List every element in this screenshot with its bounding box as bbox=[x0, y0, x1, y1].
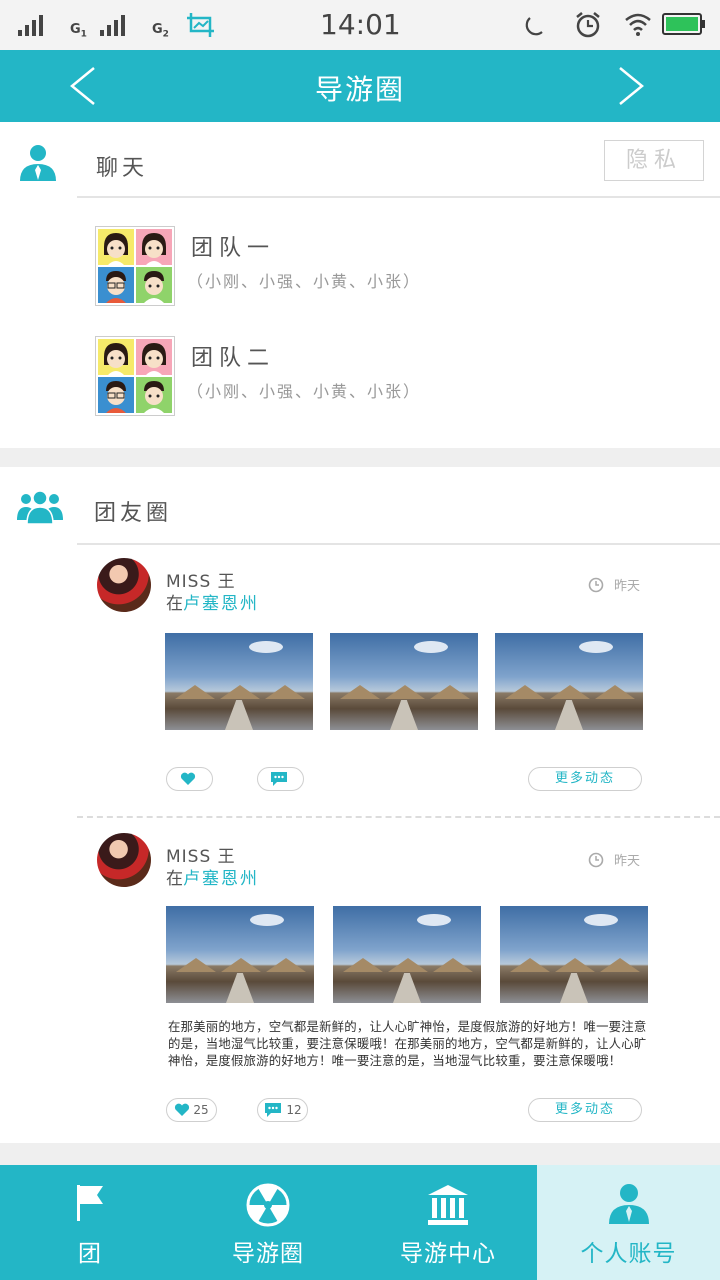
battery-icon bbox=[662, 13, 705, 35]
tab-bar: 团 导游圈 导游中心 个人账号 bbox=[0, 1165, 720, 1280]
network-type-2: G2 bbox=[152, 22, 169, 40]
tab-guide-circle[interactable]: 导游圈 bbox=[178, 1165, 358, 1280]
post-location: 在卢塞恩州 bbox=[166, 869, 259, 889]
team-members: （小刚、小强、小黄、小张） bbox=[187, 382, 422, 401]
chevron-right-icon[interactable] bbox=[608, 64, 652, 108]
alarm-icon bbox=[576, 12, 600, 38]
comment-button[interactable] bbox=[257, 767, 304, 791]
team-avatar bbox=[95, 336, 175, 416]
member-avatar bbox=[136, 377, 172, 413]
comment-button[interactable]: 12 bbox=[257, 1098, 308, 1122]
like-count: 25 bbox=[193, 1103, 209, 1117]
post-time: 昨天 bbox=[588, 850, 640, 869]
post-photo[interactable] bbox=[495, 633, 643, 730]
building-icon bbox=[428, 1185, 468, 1225]
tab-tuan[interactable]: 团 bbox=[0, 1165, 180, 1280]
team-name: 团队一 bbox=[191, 236, 276, 261]
moments-title: 团友圈 bbox=[94, 501, 173, 526]
post-text: 在那美丽的地方，空气都是新鲜的，让人心旷神怡，是度假旅游的好地方！唯一要注意的是… bbox=[168, 1019, 647, 1068]
comment-count: 12 bbox=[286, 1103, 302, 1117]
wifi-icon bbox=[625, 13, 651, 36]
member-avatar bbox=[98, 339, 134, 375]
more-updates-button[interactable]: 更多动态 bbox=[528, 1098, 642, 1122]
post-photo[interactable] bbox=[500, 906, 648, 1003]
status-bar: G1 G2 14:01 bbox=[0, 0, 720, 50]
group-icon bbox=[17, 490, 63, 525]
person-icon bbox=[608, 1184, 649, 1224]
more-updates-button[interactable]: 更多动态 bbox=[528, 767, 642, 791]
person-icon bbox=[20, 145, 56, 181]
member-avatar bbox=[98, 229, 134, 265]
tab-personal-account[interactable]: 个人账号 bbox=[537, 1165, 720, 1280]
member-avatar bbox=[98, 377, 134, 413]
heart-icon bbox=[180, 772, 196, 785]
privacy-button[interactable]: 隐私 bbox=[604, 140, 704, 181]
chat-title: 聊天 bbox=[96, 156, 149, 181]
clock-icon bbox=[588, 852, 604, 867]
radiation-icon bbox=[246, 1183, 290, 1227]
member-avatar bbox=[98, 267, 134, 303]
member-avatar bbox=[136, 339, 172, 375]
team-members: （小刚、小强、小黄、小张） bbox=[187, 272, 422, 291]
like-button[interactable]: 25 bbox=[166, 1098, 217, 1122]
comment-icon bbox=[271, 772, 287, 786]
clock-icon bbox=[588, 577, 604, 592]
screenshot-icon bbox=[187, 13, 214, 37]
moon-icon bbox=[525, 17, 543, 36]
post-photo[interactable] bbox=[333, 906, 481, 1003]
divider bbox=[77, 543, 720, 545]
avatar[interactable] bbox=[97, 558, 151, 612]
member-avatar bbox=[136, 267, 172, 303]
flag-icon bbox=[77, 1185, 103, 1221]
member-avatar bbox=[136, 229, 172, 265]
comment-icon bbox=[265, 1103, 282, 1117]
navbar: 导游圈 bbox=[0, 50, 720, 122]
heart-icon bbox=[175, 1103, 190, 1116]
post-location: 在卢塞恩州 bbox=[166, 594, 259, 614]
signal-icon bbox=[100, 14, 125, 36]
signal-icon bbox=[18, 14, 50, 36]
team-avatar bbox=[95, 226, 175, 306]
post-divider bbox=[77, 816, 720, 818]
team-item[interactable]: 团队一 （小刚、小强、小黄、小张） bbox=[95, 226, 655, 306]
avatar[interactable] bbox=[97, 833, 151, 887]
divider bbox=[77, 196, 720, 198]
team-name: 团队二 bbox=[191, 346, 276, 371]
post-time: 昨天 bbox=[588, 575, 640, 594]
team-item[interactable]: 团队二 （小刚、小强、小黄、小张） bbox=[95, 336, 655, 416]
clock-time: 14:01 bbox=[320, 8, 401, 41]
network-type-1: G1 bbox=[70, 22, 87, 40]
post-photo[interactable] bbox=[330, 633, 478, 730]
post-photo[interactable] bbox=[165, 633, 313, 730]
post-photo[interactable] bbox=[166, 906, 314, 1003]
tab-guide-center[interactable]: 导游中心 bbox=[358, 1165, 538, 1280]
like-button[interactable] bbox=[166, 767, 213, 791]
